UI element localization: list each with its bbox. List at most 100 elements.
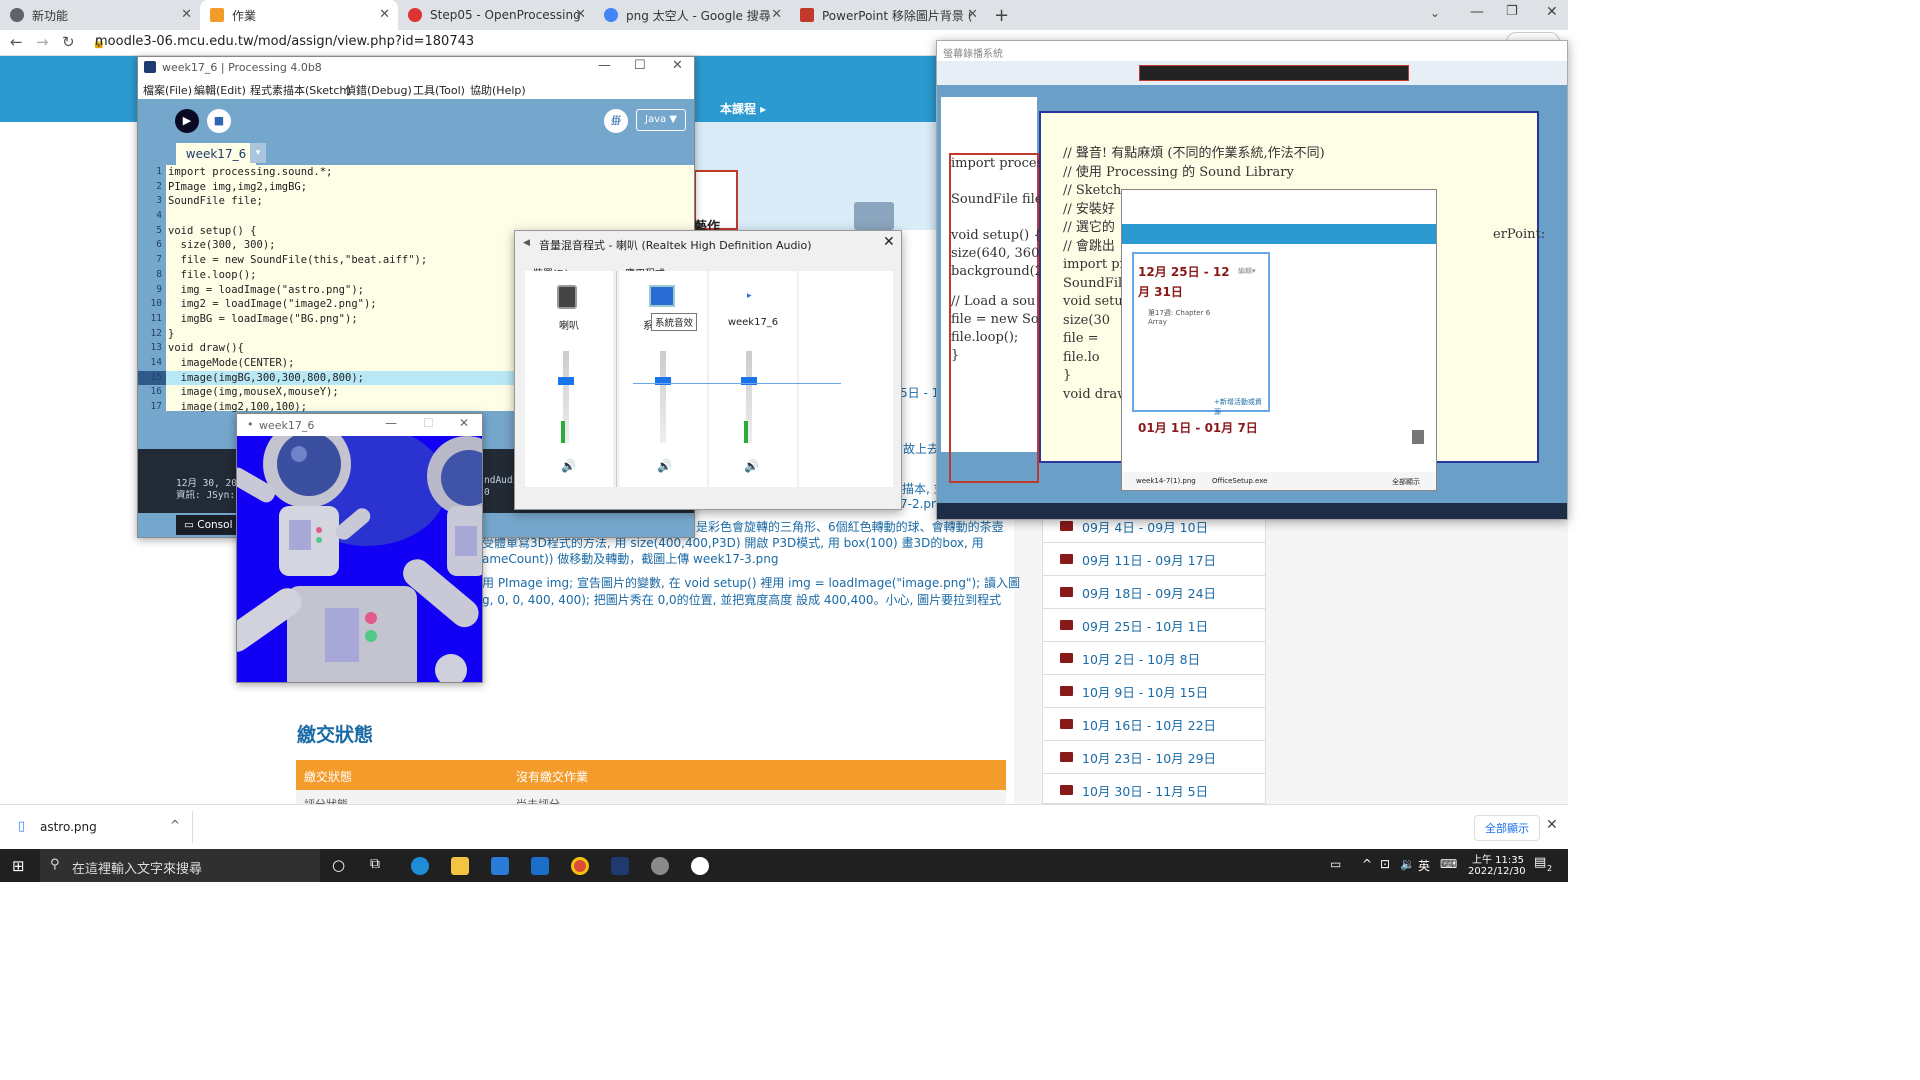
sidebar-week[interactable]: 10月 2日 - 10月 8日 bbox=[1042, 642, 1266, 675]
menu-tool[interactable]: 工具(Tool) bbox=[413, 82, 465, 98]
run-button[interactable]: ▶ bbox=[175, 109, 199, 133]
download-item[interactable]: astro.png bbox=[40, 820, 97, 834]
tab-google-search[interactable]: png 太空人 - Google 搜尋 ✕ bbox=[594, 0, 790, 30]
editor-tab[interactable]: week17_6 bbox=[176, 143, 256, 165]
minimize-icon[interactable]: — bbox=[1470, 4, 1484, 20]
network-icon[interactable]: ⊡ bbox=[1380, 857, 1390, 871]
minimize-icon[interactable]: — bbox=[598, 58, 611, 73]
ime-indicator[interactable]: 英 bbox=[1418, 857, 1430, 874]
restore-icon[interactable]: ❐ bbox=[1506, 4, 1518, 19]
sketch-canvas[interactable] bbox=[237, 436, 482, 682]
course-link[interactable]: 本課程 ▸ bbox=[720, 100, 766, 117]
task-view-icon[interactable]: ⧉ bbox=[370, 856, 380, 872]
address-bar[interactable]: moodle3-06.mcu.edu.tw/mod/assign/view.ph… bbox=[95, 34, 474, 49]
edge-icon[interactable] bbox=[411, 857, 429, 875]
volume-icon[interactable]: 🔉 bbox=[1400, 857, 1415, 871]
close-window-icon[interactable]: ✕ bbox=[1546, 4, 1558, 20]
folder-icon bbox=[1060, 554, 1073, 564]
level-meter bbox=[561, 421, 565, 443]
tablet-icon[interactable]: ▭ bbox=[1330, 857, 1341, 871]
code-line[interactable]: SoundFile file; bbox=[166, 194, 672, 209]
volume-slider-thumb[interactable] bbox=[558, 377, 574, 385]
menu-debug[interactable]: 偵錯(Debug) bbox=[345, 82, 412, 98]
sidebar-week[interactable]: 10月 30日 - 11月 5日 bbox=[1042, 774, 1266, 807]
tab-powerpoint[interactable]: PowerPoint 移除圖片背景 (去背 ✕ bbox=[790, 0, 986, 30]
sketch-taskbar-icon[interactable] bbox=[691, 857, 709, 875]
show-all-button[interactable]: 全部顯示 bbox=[1474, 815, 1540, 841]
mute-system-icon[interactable]: 🔊 bbox=[657, 459, 672, 473]
tab-search-icon[interactable]: ⌄ bbox=[1430, 6, 1440, 20]
reload-icon[interactable]: ↻ bbox=[62, 33, 75, 51]
cortana-icon[interactable]: ○ bbox=[332, 856, 345, 874]
close-icon[interactable]: ✕ bbox=[672, 58, 683, 73]
tab-openprocessing[interactable]: Step05 - OpenProcessing ✕ bbox=[398, 0, 594, 30]
sidebar-week[interactable]: 09月 18日 - 09月 24日 bbox=[1042, 576, 1266, 609]
recorder-taskbar-icon[interactable] bbox=[651, 857, 669, 875]
menu-sketch[interactable]: 程式素描本(Sketch) bbox=[250, 82, 351, 98]
file-explorer-icon[interactable] bbox=[451, 857, 469, 875]
sidebar-week[interactable]: 10月 9日 - 10月 15日 bbox=[1042, 675, 1266, 708]
console-tab[interactable]: ▭ Consol bbox=[176, 515, 236, 535]
clock-date[interactable]: 2022/12/30 bbox=[1468, 866, 1526, 877]
code-line[interactable]: import processing.sound.*; bbox=[166, 165, 672, 180]
close-icon[interactable]: ✕ bbox=[379, 7, 390, 22]
close-icon[interactable]: ✕ bbox=[575, 7, 586, 22]
mail-icon[interactable] bbox=[531, 857, 549, 875]
volume-slider-track[interactable] bbox=[660, 351, 666, 443]
recorder-titlebar: 螢幕錄播系統 bbox=[937, 41, 1567, 61]
processing-taskbar-icon[interactable] bbox=[611, 857, 629, 875]
back-icon[interactable]: ← bbox=[10, 33, 23, 51]
menu-file[interactable]: 檔案(File) bbox=[143, 82, 192, 98]
windows-start-icon[interactable]: ⊞ bbox=[12, 857, 25, 875]
line-number: 3 bbox=[156, 195, 162, 207]
speaker-device-icon[interactable] bbox=[557, 285, 577, 309]
notification-icon[interactable]: ▤ bbox=[1534, 855, 1546, 870]
folder-icon bbox=[1060, 587, 1073, 597]
tab-menu-icon[interactable]: ▾ bbox=[250, 143, 266, 163]
clock-time[interactable]: 上午 11:35 bbox=[1468, 851, 1524, 866]
new-tab-button[interactable]: + bbox=[994, 5, 1009, 26]
site-icon bbox=[800, 8, 814, 22]
tab-new-features[interactable]: 新功能 ✕ bbox=[0, 0, 200, 30]
tab-assignment[interactable]: 作業 ✕ bbox=[200, 0, 398, 30]
chevron-up-icon[interactable]: ^ bbox=[170, 818, 180, 832]
maximize-icon[interactable]: ☐ bbox=[634, 58, 646, 73]
sidebar-week[interactable]: 09月 25日 - 10月 1日 bbox=[1042, 609, 1266, 642]
close-icon[interactable]: ✕ bbox=[459, 416, 469, 430]
moodle-icon bbox=[210, 8, 224, 22]
menu-edit[interactable]: 編輯(Edit) bbox=[194, 82, 246, 98]
line-number: 15 bbox=[138, 370, 166, 386]
chrome-icon[interactable] bbox=[571, 857, 589, 875]
store-icon[interactable] bbox=[491, 857, 509, 875]
system-sounds-icon[interactable] bbox=[649, 285, 675, 307]
mute-speaker-icon[interactable]: 🔊 bbox=[561, 459, 576, 473]
chevron-up-icon[interactable]: ^ bbox=[1362, 857, 1372, 871]
google-icon bbox=[604, 8, 618, 22]
close-icon[interactable]: ✕ bbox=[771, 7, 782, 22]
code-line[interactable]: PImage img,img2,imgBG; bbox=[166, 180, 672, 195]
taskbar-search[interactable]: ⚲ 在這裡輸入文字來搜尋 bbox=[40, 849, 320, 882]
sidebar-week[interactable]: 10月 23日 - 10月 29日 bbox=[1042, 741, 1266, 774]
minimize-icon[interactable]: — bbox=[385, 416, 397, 430]
folder-icon bbox=[1060, 620, 1073, 630]
close-icon[interactable]: ✕ bbox=[883, 234, 895, 250]
mixer-column-speaker: 喇叭 🔊 bbox=[525, 271, 613, 487]
processing-app-icon[interactable]: ▸ bbox=[747, 291, 752, 301]
keyboard-icon[interactable]: ⌨ bbox=[1440, 857, 1457, 871]
menu-help[interactable]: 協助(Help) bbox=[470, 82, 526, 98]
close-icon[interactable]: ✕ bbox=[967, 7, 978, 22]
instruction-line: g, 0, 0, 400, 400); 把圖片秀在 0,0的位置, 並把寬度高度… bbox=[482, 593, 1002, 607]
close-icon[interactable]: ✕ bbox=[181, 7, 192, 22]
mode-selector[interactable]: Java ▼ bbox=[636, 109, 686, 131]
code-line[interactable] bbox=[166, 209, 672, 224]
stop-button[interactable]: ■ bbox=[207, 109, 231, 133]
mute-app-icon[interactable]: 🔊 bbox=[744, 459, 759, 473]
sidebar-week[interactable]: 09月 11日 - 09月 17日 bbox=[1042, 543, 1266, 576]
debugger-icon[interactable]: ∰ bbox=[604, 109, 628, 133]
instruction-line: 是彩色會旋轉的三角形、6個紅色轉動的球、會轉動的茶壺 bbox=[696, 520, 1004, 534]
close-icon[interactable]: ✕ bbox=[1546, 817, 1558, 833]
recorder-toolbar[interactable] bbox=[1139, 65, 1409, 81]
forward-icon[interactable]: → bbox=[36, 33, 49, 51]
instruction-line: ameCount)) 做移動及轉動，截圖上傳 week17-3.png bbox=[482, 552, 779, 566]
sidebar-week[interactable]: 10月 16日 - 10月 22日 bbox=[1042, 708, 1266, 741]
